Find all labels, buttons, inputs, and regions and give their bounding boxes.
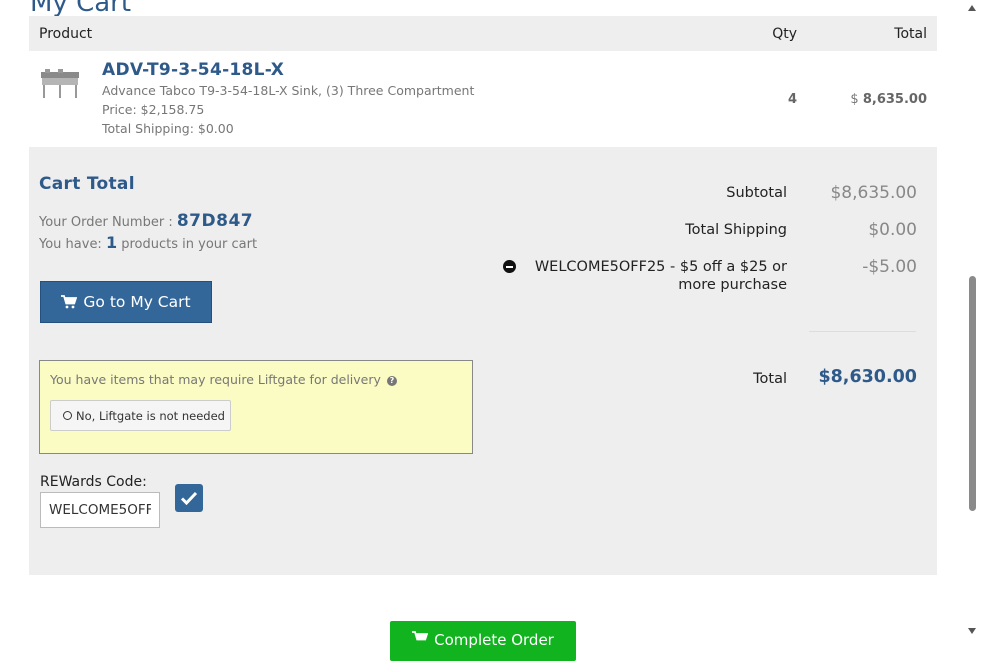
coupon-description: WELCOME5OFF25 - $5 off a $25 or more pur… xyxy=(534,259,787,293)
product-name-link[interactable]: ADV-T9-3-54-18L-X xyxy=(102,60,284,80)
rewards-code-label: REWards Code: xyxy=(40,474,147,490)
product-count: 1 xyxy=(105,233,118,252)
order-number: 87D847 xyxy=(176,211,254,231)
radio-circle-icon xyxy=(63,411,72,420)
cart-total-heading: Cart Total xyxy=(39,174,135,194)
liftgate-option-label: No, Liftgate is not needed xyxy=(76,408,225,423)
question-icon[interactable]: ? xyxy=(386,375,397,386)
count-prefix: You have: xyxy=(39,237,102,252)
scroll-up-arrow-icon[interactable] xyxy=(968,5,976,11)
liftgate-notice: You have items that may require Liftgate… xyxy=(39,360,473,454)
subtotal-label: Subtotal xyxy=(726,185,787,201)
product-shipping: Total Shipping: $0.00 xyxy=(102,121,234,136)
product-qty: 4 xyxy=(788,92,798,107)
product-description: Advance Tabco T9-3-54-18L-X Sink, (3) Th… xyxy=(102,83,475,98)
total-shipping-label: Total Shipping xyxy=(685,222,787,238)
coupon-discount-value: -$5.00 xyxy=(862,257,917,277)
cart-icon xyxy=(412,631,429,641)
order-total-label: Total xyxy=(753,371,787,387)
cart-icon xyxy=(61,295,78,309)
product-price: Price: $2,158.75 xyxy=(102,102,205,117)
count-suffix: products in your cart xyxy=(121,237,258,252)
cart-item-row: ADV-T9-3-54-18L-X Advance Tabco T9-3-54-… xyxy=(29,51,937,147)
currency-symbol: $ xyxy=(850,92,859,107)
product-line-total: $ 8,635.00 xyxy=(850,92,927,107)
order-number-label: Your Order Number : xyxy=(39,215,173,230)
order-total-value: $8,630.00 xyxy=(818,367,917,387)
page-scrollbar[interactable] xyxy=(964,0,981,641)
scroll-down-arrow-icon[interactable] xyxy=(968,628,976,634)
subtotal-value: $8,635.00 xyxy=(830,183,917,203)
rewards-apply-checkbox[interactable] xyxy=(175,484,203,512)
liftgate-not-needed-button[interactable]: No, Liftgate is not needed xyxy=(50,400,231,431)
complete-order-button[interactable]: Complete Order xyxy=(390,621,576,661)
cart-summary-panel: Cart Total Your Order Number : 87D847 Yo… xyxy=(29,147,937,575)
product-count-line: You have: 1 products in your cart xyxy=(39,233,257,252)
summary-divider xyxy=(809,331,916,332)
product-thumbnail[interactable] xyxy=(39,66,81,100)
column-header-product: Product xyxy=(39,26,93,42)
column-header-total: Total xyxy=(894,26,927,42)
go-to-cart-button[interactable]: Go to My Cart xyxy=(40,281,212,323)
go-to-cart-label: Go to My Cart xyxy=(83,293,191,311)
total-shipping-value: $0.00 xyxy=(868,220,917,240)
column-header-qty: Qty xyxy=(772,26,797,42)
order-number-line: Your Order Number : 87D847 xyxy=(39,211,253,231)
line-total-amount: 8,635.00 xyxy=(862,92,927,107)
scrollbar-thumb[interactable] xyxy=(969,276,976,511)
liftgate-message: You have items that may require Liftgate… xyxy=(50,372,381,387)
cart-table-header: Product Qty Total xyxy=(29,16,937,51)
remove-coupon-icon[interactable] xyxy=(503,260,516,273)
liftgate-notice-text: You have items that may require Liftgate… xyxy=(50,372,397,387)
complete-order-label: Complete Order xyxy=(434,631,554,649)
rewards-code-input[interactable] xyxy=(40,492,160,528)
checkmark-icon xyxy=(180,491,198,505)
